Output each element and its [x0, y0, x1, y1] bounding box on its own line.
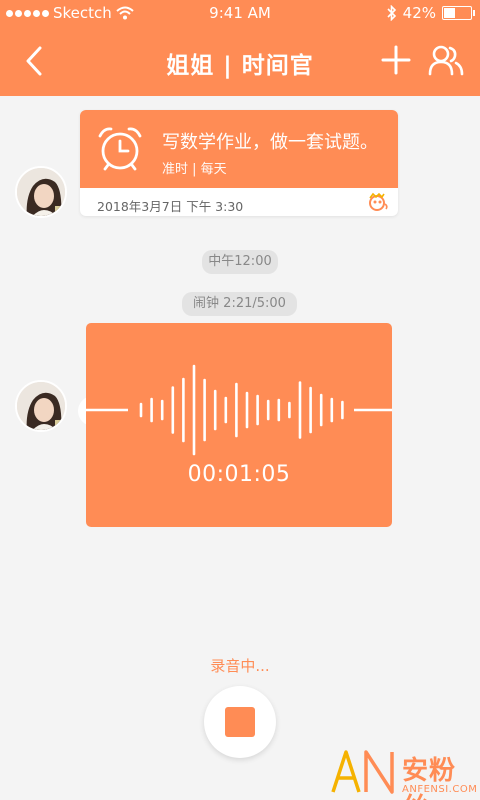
time-divider: 中午12:00 — [202, 250, 278, 274]
reminder-card-header: 写数学作业，做一套试题。 准时 | 每天 — [80, 110, 398, 188]
recording-status: 录音中... — [210, 657, 270, 675]
plus-icon[interactable] — [381, 45, 411, 75]
alarm-clock-icon — [98, 127, 142, 171]
alarm-progress-pill: 闹钟 2:21/5:00 — [182, 292, 297, 316]
reminder-task: 写数学作业，做一套试题。 — [162, 132, 378, 153]
stop-recording-button[interactable] — [204, 686, 276, 758]
battery-percent: 42% — [402, 4, 436, 22]
watermark: 安粉丝 ANFENSI.COM — [330, 748, 480, 800]
bluetooth-icon — [387, 5, 396, 21]
reminder-card[interactable]: 写数学作业，做一套试题。 准时 | 每天 2018年3月7日 下午 3:30 — [80, 110, 398, 216]
stop-icon — [225, 707, 255, 737]
users-icon[interactable] — [428, 44, 464, 76]
avatar[interactable] — [15, 166, 67, 218]
brand-logo-icon — [369, 192, 388, 211]
status-right: 42% — [387, 4, 475, 22]
reminder-datetime: 2018年3月7日 下午 3:30 — [97, 199, 244, 214]
voice-duration: 00:01:05 — [187, 462, 291, 487]
avatar-photo — [17, 382, 65, 430]
audio-waveform — [86, 364, 392, 456]
battery-icon — [442, 6, 475, 20]
status-bar: Skectch 9:41 AM 42% — [0, 0, 480, 26]
watermark-logo — [331, 750, 394, 794]
avatar[interactable] — [15, 380, 67, 432]
nav-bar: 姐姐 | 时间官 — [0, 26, 480, 96]
reminder-repeat: 准时 | 每天 — [162, 162, 227, 177]
battery-fill — [444, 8, 455, 18]
avatar-photo — [17, 168, 65, 216]
watermark-en: ANFENSI.COM — [402, 784, 478, 795]
